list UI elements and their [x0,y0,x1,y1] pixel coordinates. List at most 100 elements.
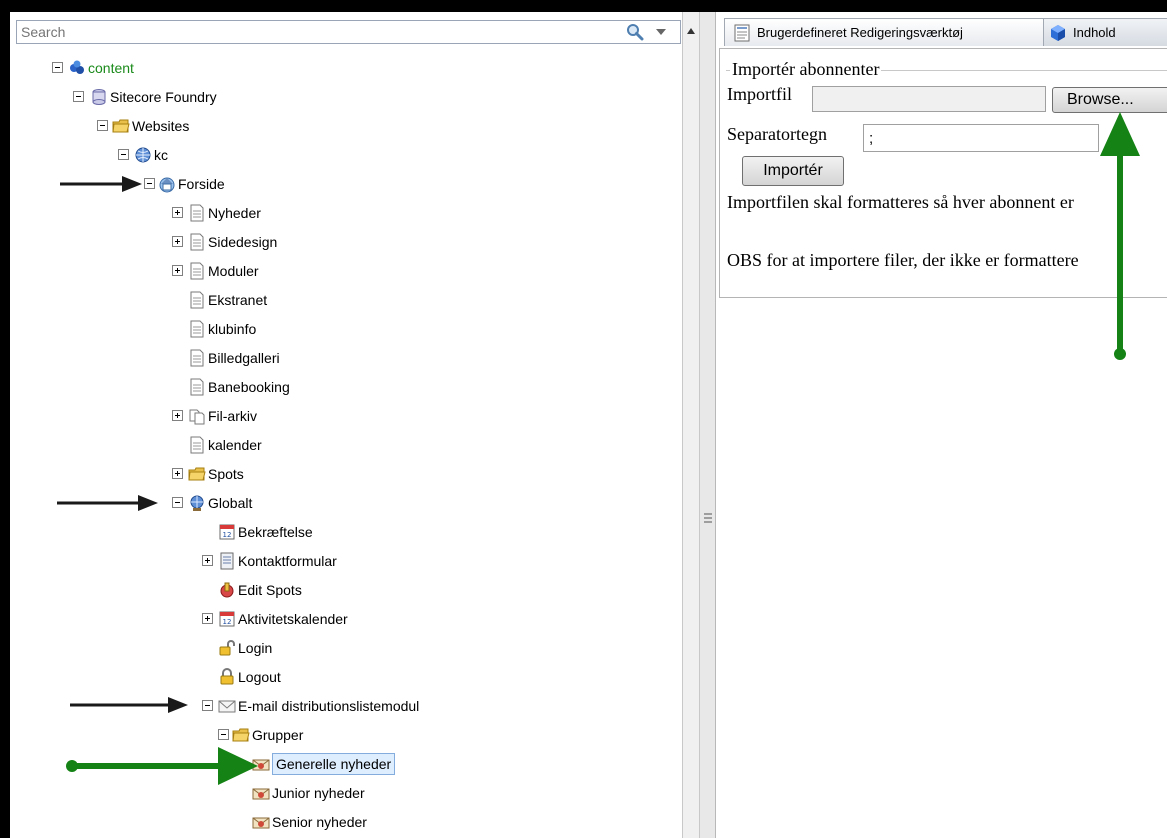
tree-node-label: Logout [238,669,281,685]
tree-node-sitecore-foundry[interactable]: Sitecore Foundry [10,86,670,108]
tree-node-logout[interactable]: Logout [10,666,670,688]
tree-node-login[interactable]: Login [10,637,670,659]
document-icon [190,291,204,309]
collapse-toggle-icon[interactable] [218,729,229,740]
mail-group-icon [252,788,270,800]
envelope-icon [218,700,236,713]
tree-node-label: Spots [208,466,244,482]
tab-custom-editor[interactable]: Brugerdefineret Redigeringsværktøj [724,18,1044,46]
tree-node-websites[interactable]: Websites [10,115,670,137]
editor-document-icon [734,24,750,42]
expand-toggle-icon[interactable] [172,468,183,479]
tree-node-forside[interactable]: Forside [10,173,670,195]
tree-node-label: Generelle nyheder [272,753,396,775]
tree-node-fil-arkiv[interactable]: Fil-arkiv [10,405,670,427]
tree-node-label: Forside [178,176,225,192]
svg-text:12: 12 [223,618,232,626]
calendar-icon: 12 [219,524,235,540]
tree-node-kc[interactable]: kc [10,144,670,166]
tree-node-label: Edit Spots [238,582,302,598]
tree-node-label: klubinfo [208,321,257,337]
tree-node-label: Moduler [208,263,259,279]
mail-group-icon [252,817,270,829]
globe-icon [135,147,151,163]
tree-node-junior-nyheder[interactable]: Junior nyheder [10,782,670,804]
scroll-up-arrow-icon[interactable] [683,22,699,40]
import-button[interactable]: Importér [742,156,844,186]
expand-toggle-icon[interactable] [202,555,213,566]
tree-node-globalt[interactable]: Globalt [10,492,670,514]
folder-icon [112,119,130,133]
pane-splitter[interactable] [700,12,716,838]
separator-label: Separatortegn [727,124,827,144]
tree-node-spots[interactable]: Spots [10,463,670,485]
chevron-down-icon[interactable] [656,27,666,37]
tree-node-content[interactable]: content [10,57,670,79]
tree-node-sidedesign[interactable]: Sidedesign [10,231,670,253]
cube-icon [1051,25,1065,41]
document-icon [190,436,204,454]
tree-node-senior-nyheder[interactable]: Senior nyheder [10,811,670,833]
mail-group-icon [252,759,270,771]
separator-input[interactable] [863,124,1099,152]
tree-node-bekræftelse[interactable]: 12 Bekræftelse [10,521,670,543]
tree-node-edit-spots[interactable]: Edit Spots [10,579,670,601]
tree-node-aktivitetskalender[interactable]: 12 Aktivitetskalender [10,608,670,630]
tree-node-nyheder[interactable]: Nyheder [10,202,670,224]
collapse-toggle-icon[interactable] [144,178,155,189]
tree-node-label: Websites [132,118,190,134]
collapse-toggle-icon[interactable] [73,91,84,102]
tree-node-banebooking[interactable]: Banebooking [10,376,670,398]
fieldset-legend: Importér abonnenter [730,59,882,80]
tree-node-label: content [88,60,134,76]
tree-node-label: Kontaktformular [238,553,337,569]
expand-toggle-icon[interactable] [172,265,183,276]
tree-node-label: Sitecore Foundry [110,89,217,105]
documents-icon [189,409,205,425]
tree-node-generelle-nyheder[interactable]: Generelle nyheder [10,753,670,775]
expand-toggle-icon[interactable] [172,410,183,421]
tree-node-kalender[interactable]: kalender [10,434,670,456]
search-box [16,20,681,44]
tab-content[interactable]: Indhold [1038,18,1167,46]
tree-scrollbar[interactable] [682,12,700,838]
tree-node-ekstranet[interactable]: Ekstranet [10,289,670,311]
window-top-edge [0,0,1167,12]
collapse-toggle-icon[interactable] [118,149,129,160]
tree-node-grupper[interactable]: Grupper [10,724,670,746]
expand-toggle-icon[interactable] [172,236,183,247]
tree-node-billedgalleri[interactable]: Billedgalleri [10,347,670,369]
form-icon [220,552,234,570]
search-input[interactable] [21,23,606,41]
tree-node-moduler[interactable]: Moduler [10,260,670,282]
tree-node-label: Nyheder [208,205,261,221]
collapse-toggle-icon[interactable] [202,700,213,711]
folder-icon [232,728,250,742]
tab-content-label: Indhold [1073,25,1116,40]
expand-toggle-icon[interactable] [202,613,213,624]
import-file-input[interactable] [812,86,1046,112]
collapse-toggle-icon[interactable] [52,62,63,73]
collapse-toggle-icon[interactable] [172,497,183,508]
document-icon [190,378,204,396]
search-icon[interactable] [625,23,647,41]
import-panel: Importér abonnenter Importfil Browse... … [719,48,1167,298]
document-icon [190,349,204,367]
browse-button[interactable]: Browse... [1052,87,1167,113]
tree-node-e-mail-distributionslistemodul[interactable]: E-mail distributionslistemodul [10,695,670,717]
editor-tabs: Brugerdefineret Redigeringsværktøj Indho… [716,18,1167,48]
folder-icon [188,467,206,481]
document-icon [190,320,204,338]
tree-node-label: kc [154,147,168,163]
tree-node-label: Billedgalleri [208,350,280,366]
collapse-toggle-icon[interactable] [97,120,108,131]
tree-node-label: Sidedesign [208,234,278,250]
expand-toggle-icon[interactable] [172,207,183,218]
import-warning-text: OBS for at importere filer, der ikke er … [727,250,1079,270]
tree-node-klubinfo[interactable]: klubinfo [10,318,670,340]
tree-node-kontaktformular[interactable]: Kontaktformular [10,550,670,572]
tab-custom-editor-label: Brugerdefineret Redigeringsværktøj [757,25,963,40]
import-file-label: Importfil [727,84,792,104]
svg-text:12: 12 [223,531,232,539]
tree-node-label: Globalt [208,495,253,511]
